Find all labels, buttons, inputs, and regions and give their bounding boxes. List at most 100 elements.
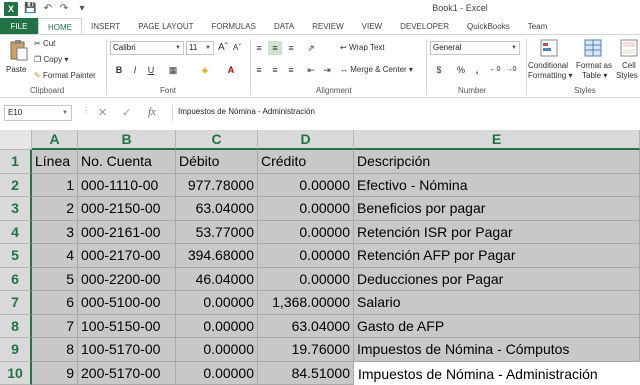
table-cell[interactable]: 000-2150-00 xyxy=(78,197,176,221)
table-cell[interactable]: 394.68000 xyxy=(176,244,258,268)
row-header-7[interactable]: 7 xyxy=(0,291,32,315)
tab-formulas[interactable]: FORMULAS xyxy=(202,18,264,35)
format-as-table-icon[interactable] xyxy=(584,39,602,57)
format-painter-button[interactable]: ✎ Format Painter xyxy=(34,71,96,80)
name-box[interactable]: E10 ▼ xyxy=(4,105,72,121)
font-name-dropdown[interactable]: Calibri ▼ xyxy=(110,41,184,55)
table-cell[interactable]: 000-2161-00 xyxy=(78,220,176,244)
row-header-9[interactable]: 9 xyxy=(0,338,32,362)
font-size-dropdown[interactable]: 11 ▼ xyxy=(186,41,214,55)
table-cell[interactable]: 63.04000 xyxy=(258,314,354,338)
table-cell[interactable]: 0.00000 xyxy=(176,361,258,385)
align-bottom-icon[interactable]: ≡ xyxy=(284,41,298,55)
tab-file[interactable]: FILE xyxy=(0,18,38,35)
column-header-d[interactable]: D xyxy=(258,130,354,150)
increase-decimal-icon[interactable]: ←0 xyxy=(488,63,502,77)
select-all-corner[interactable] xyxy=(0,130,32,150)
fill-color-icon[interactable]: ◈ xyxy=(198,63,212,77)
table-cell[interactable]: 0.00000 xyxy=(176,314,258,338)
header-cell[interactable]: No. Cuenta xyxy=(78,150,176,174)
header-cell[interactable]: Crédito xyxy=(258,150,354,174)
table-cell[interactable]: 000-5100-00 xyxy=(78,291,176,315)
currency-format-button[interactable]: $ xyxy=(432,63,446,77)
comma-format-button[interactable]: , xyxy=(470,63,484,77)
cell-styles-icon[interactable] xyxy=(620,39,638,57)
table-cell[interactable]: 0.00000 xyxy=(258,197,354,221)
table-cell[interactable]: 100-5150-00 xyxy=(78,314,176,338)
row-header-8[interactable]: 8 xyxy=(0,314,32,338)
table-cell[interactable]: 7 xyxy=(32,314,78,338)
table-cell[interactable]: 000-2200-00 xyxy=(78,267,176,291)
table-cell[interactable]: 0.00000 xyxy=(176,338,258,362)
align-right-icon[interactable]: ≡ xyxy=(284,63,298,77)
decrease-indent-icon[interactable]: ⇤ xyxy=(304,63,318,77)
table-cell[interactable]: 6 xyxy=(32,291,78,315)
format-as-table-button[interactable]: Format as xyxy=(576,61,612,70)
merge-center-button[interactable]: ↔ Merge & Center ▾ xyxy=(340,65,413,74)
paste-button[interactable]: Paste xyxy=(6,65,26,74)
table-cell[interactable]: 2 xyxy=(32,197,78,221)
align-center-icon[interactable]: ≡ xyxy=(268,63,282,77)
table-cell[interactable]: Salario xyxy=(354,291,640,315)
table-cell[interactable]: Deducciones por Pagar xyxy=(354,267,640,291)
increase-indent-icon[interactable]: ⇥ xyxy=(320,63,334,77)
row-header-3[interactable]: 3 xyxy=(0,197,32,221)
table-cell[interactable]: 5 xyxy=(32,267,78,291)
insert-function-icon[interactable]: fx xyxy=(148,106,156,118)
font-color-icon[interactable]: A xyxy=(224,63,238,77)
row-header-2[interactable]: 2 xyxy=(0,173,32,197)
increase-font-icon[interactable]: Aˆ xyxy=(216,41,230,55)
row-header-1[interactable]: 1 xyxy=(0,150,32,174)
table-cell[interactable]: 8 xyxy=(32,338,78,362)
row-header-10[interactable]: 10 xyxy=(0,361,32,385)
table-cell[interactable]: 4 xyxy=(32,244,78,268)
table-cell[interactable]: 000-2170-00 xyxy=(78,244,176,268)
cut-button[interactable]: ✂ Cut xyxy=(34,39,55,48)
enter-icon[interactable]: ✓ xyxy=(122,106,131,119)
row-header-6[interactable]: 6 xyxy=(0,267,32,291)
row-header-5[interactable]: 5 xyxy=(0,244,32,268)
table-cell[interactable]: 0.00000 xyxy=(176,291,258,315)
column-header-b[interactable]: B xyxy=(78,130,176,150)
tab-quickbooks[interactable]: QuickBooks xyxy=(458,18,519,35)
table-cell[interactable]: 1,368.00000 xyxy=(258,291,354,315)
underline-button[interactable]: U xyxy=(144,63,158,77)
table-cell[interactable]: Retención AFP por Pagar xyxy=(354,244,640,268)
tab-data[interactable]: DATA xyxy=(265,18,303,35)
table-cell[interactable]: Retención ISR por Pagar xyxy=(354,220,640,244)
decrease-font-icon[interactable]: Aˇ xyxy=(230,41,244,55)
table-cell[interactable]: 0.00000 xyxy=(258,267,354,291)
header-cell[interactable]: Línea xyxy=(32,150,78,174)
table-cell[interactable]: 53.77000 xyxy=(176,220,258,244)
align-left-icon[interactable]: ≡ xyxy=(252,63,266,77)
active-cell[interactable]: Impuestos de Nómina - Administración xyxy=(354,361,640,385)
table-cell[interactable]: 46.04000 xyxy=(176,267,258,291)
table-cell[interactable]: 84.51000 xyxy=(258,361,354,385)
table-cell[interactable]: 977.78000 xyxy=(176,173,258,197)
table-cell[interactable]: Impuestos de Nómina - Cómputos xyxy=(354,338,640,362)
table-cell[interactable]: 100-5170-00 xyxy=(78,338,176,362)
column-header-c[interactable]: C xyxy=(176,130,258,150)
tab-developer[interactable]: DEVELOPER xyxy=(391,18,458,35)
decrease-decimal-icon[interactable]: →0 xyxy=(504,63,518,77)
row-header-4[interactable]: 4 xyxy=(0,220,32,244)
table-cell[interactable]: Beneficios por pagar xyxy=(354,197,640,221)
table-cell[interactable]: 0.00000 xyxy=(258,173,354,197)
align-top-icon[interactable]: ≡ xyxy=(252,41,266,55)
table-cell[interactable]: 63.04000 xyxy=(176,197,258,221)
borders-icon[interactable]: ▦ xyxy=(166,63,180,77)
header-cell[interactable]: Descripción xyxy=(354,150,640,174)
cancel-icon[interactable]: ✕ xyxy=(98,106,107,119)
paste-icon[interactable] xyxy=(8,39,28,61)
conditional-formatting-icon[interactable] xyxy=(540,39,558,57)
cell-styles-button[interactable]: Cell xyxy=(622,61,636,70)
header-cell[interactable]: Débito xyxy=(176,150,258,174)
column-header-e[interactable]: E xyxy=(354,130,640,150)
orientation-icon[interactable]: ⇗ xyxy=(304,41,318,55)
number-format-dropdown[interactable]: General ▼ xyxy=(430,41,520,55)
formula-input[interactable]: Impuestos de Nómina - Administración xyxy=(172,105,638,121)
copy-button[interactable]: ❐ Copy ▾ xyxy=(34,55,68,64)
table-cell[interactable]: 200-5170-00 xyxy=(78,361,176,385)
table-cell[interactable]: 19.76000 xyxy=(258,338,354,362)
bold-button[interactable]: B xyxy=(112,63,126,77)
